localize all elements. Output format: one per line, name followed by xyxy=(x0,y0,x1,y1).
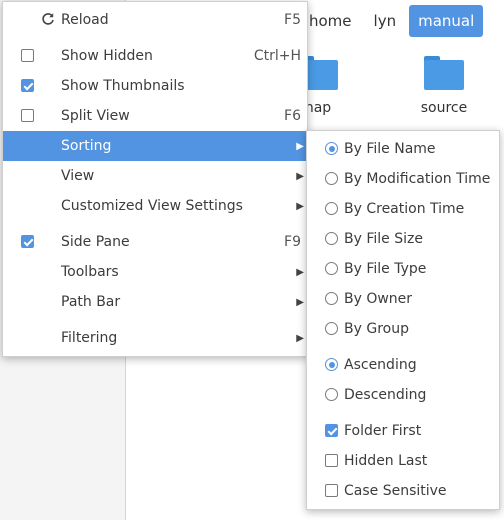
submenu-arrow-icon: ▶ xyxy=(296,140,304,152)
folder-icon xyxy=(424,56,464,90)
menu-item-path-bar[interactable]: Path Bar ▶ xyxy=(3,287,307,317)
submenu-arrow-icon: ▶ xyxy=(296,332,304,344)
menu-item-label: By File Size xyxy=(344,231,423,247)
menu-item-show-thumbnails[interactable]: Show Thumbnails xyxy=(3,71,307,101)
breadcrumb-lyn[interactable]: lyn xyxy=(365,5,406,37)
menu-item-view[interactable]: View ▶ xyxy=(3,161,307,191)
sorting-submenu: By File Name By Modification Time By Cre… xyxy=(306,130,500,510)
submenu-arrow-icon: ▶ xyxy=(296,170,304,182)
checkbox-checked xyxy=(21,79,34,92)
menu-item-folder-first[interactable]: Folder First xyxy=(307,416,499,446)
shortcut-label: F9 xyxy=(284,234,301,250)
menu-item-label: By File Type xyxy=(344,261,427,277)
menu-item-split-view[interactable]: Split View F6 xyxy=(3,101,307,131)
view-menu: Reload F5 Show Hidden Ctrl+H Show Thumbn… xyxy=(2,1,308,357)
menu-item-label: By Owner xyxy=(344,291,413,307)
menu-item-label: Customized View Settings xyxy=(61,198,243,214)
menu-item-by-modification-time[interactable]: By Modification Time xyxy=(307,164,499,194)
menu-item-by-file-type[interactable]: By File Type xyxy=(307,254,499,284)
radio xyxy=(325,292,338,305)
radio xyxy=(325,262,338,275)
menu-item-by-owner[interactable]: By Owner xyxy=(307,284,499,314)
menu-item-descending[interactable]: Descending xyxy=(307,380,499,410)
menu-item-by-file-size[interactable]: By File Size xyxy=(307,224,499,254)
menu-item-label: Hidden Last xyxy=(344,453,428,469)
breadcrumb-home[interactable]: home xyxy=(300,5,361,37)
breadcrumb: home lyn manual xyxy=(300,5,484,37)
submenu-arrow-icon: ▶ xyxy=(296,266,304,278)
menu-item-sorting[interactable]: Sorting ▶ xyxy=(3,131,307,161)
menu-item-label: Sorting xyxy=(61,138,112,154)
menu-item-label: Path Bar xyxy=(61,294,121,310)
menu-item-label: Filtering xyxy=(61,330,118,346)
menu-item-label: Split View xyxy=(61,108,130,124)
menu-item-by-group[interactable]: By Group xyxy=(307,314,499,344)
menu-item-label: By Modification Time xyxy=(344,171,491,187)
radio xyxy=(325,172,338,185)
checkbox xyxy=(325,454,338,467)
menu-item-label: Toolbars xyxy=(61,264,119,280)
reload-icon xyxy=(42,13,54,25)
radio xyxy=(325,232,338,245)
radio xyxy=(325,322,338,335)
submenu-arrow-icon: ▶ xyxy=(296,200,304,212)
menu-item-label: Side Pane xyxy=(61,234,130,250)
menu-item-label: By Creation Time xyxy=(344,201,465,217)
menu-item-label: Case Sensitive xyxy=(344,483,447,499)
menu-item-hidden-last[interactable]: Hidden Last xyxy=(307,446,499,476)
shortcut-label: F6 xyxy=(284,108,301,124)
shortcut-label: F5 xyxy=(284,12,301,28)
checkbox xyxy=(21,49,34,62)
menu-item-reload[interactable]: Reload F5 xyxy=(3,5,307,35)
menu-item-label: View xyxy=(61,168,95,184)
menu-item-label: Show Hidden xyxy=(61,48,153,64)
menu-item-label: Folder First xyxy=(344,423,422,439)
menu-item-ascending[interactable]: Ascending xyxy=(307,350,499,380)
menu-item-show-hidden[interactable]: Show Hidden Ctrl+H xyxy=(3,41,307,71)
radio-selected xyxy=(325,142,338,155)
menu-item-label: Show Thumbnails xyxy=(61,78,185,94)
checkbox-checked xyxy=(21,235,34,248)
menu-item-filtering[interactable]: Filtering ▶ xyxy=(3,323,307,353)
menu-item-by-creation-time[interactable]: By Creation Time xyxy=(307,194,499,224)
menu-item-side-pane[interactable]: Side Pane F9 xyxy=(3,227,307,257)
menu-item-case-sensitive[interactable]: Case Sensitive xyxy=(307,476,499,506)
checkbox-checked xyxy=(325,424,338,437)
menu-item-customized-view-settings[interactable]: Customized View Settings ▶ xyxy=(3,191,307,221)
submenu-arrow-icon: ▶ xyxy=(296,296,304,308)
menu-item-by-file-name[interactable]: By File Name xyxy=(307,134,499,164)
checkbox xyxy=(21,109,34,122)
folder-label: source xyxy=(420,100,468,116)
menu-item-label: By File Name xyxy=(344,141,436,157)
radio xyxy=(325,388,338,401)
menu-item-toolbars[interactable]: Toolbars ▶ xyxy=(3,257,307,287)
radio xyxy=(325,202,338,215)
menu-item-label: By Group xyxy=(344,321,409,337)
shortcut-label: Ctrl+H xyxy=(253,48,301,64)
menu-item-label: Reload xyxy=(61,12,109,28)
menu-item-label: Ascending xyxy=(344,357,417,373)
menu-item-label: Descending xyxy=(344,387,427,403)
checkbox xyxy=(325,484,338,497)
radio-selected xyxy=(325,358,338,371)
breadcrumb-manual[interactable]: manual xyxy=(409,5,484,37)
